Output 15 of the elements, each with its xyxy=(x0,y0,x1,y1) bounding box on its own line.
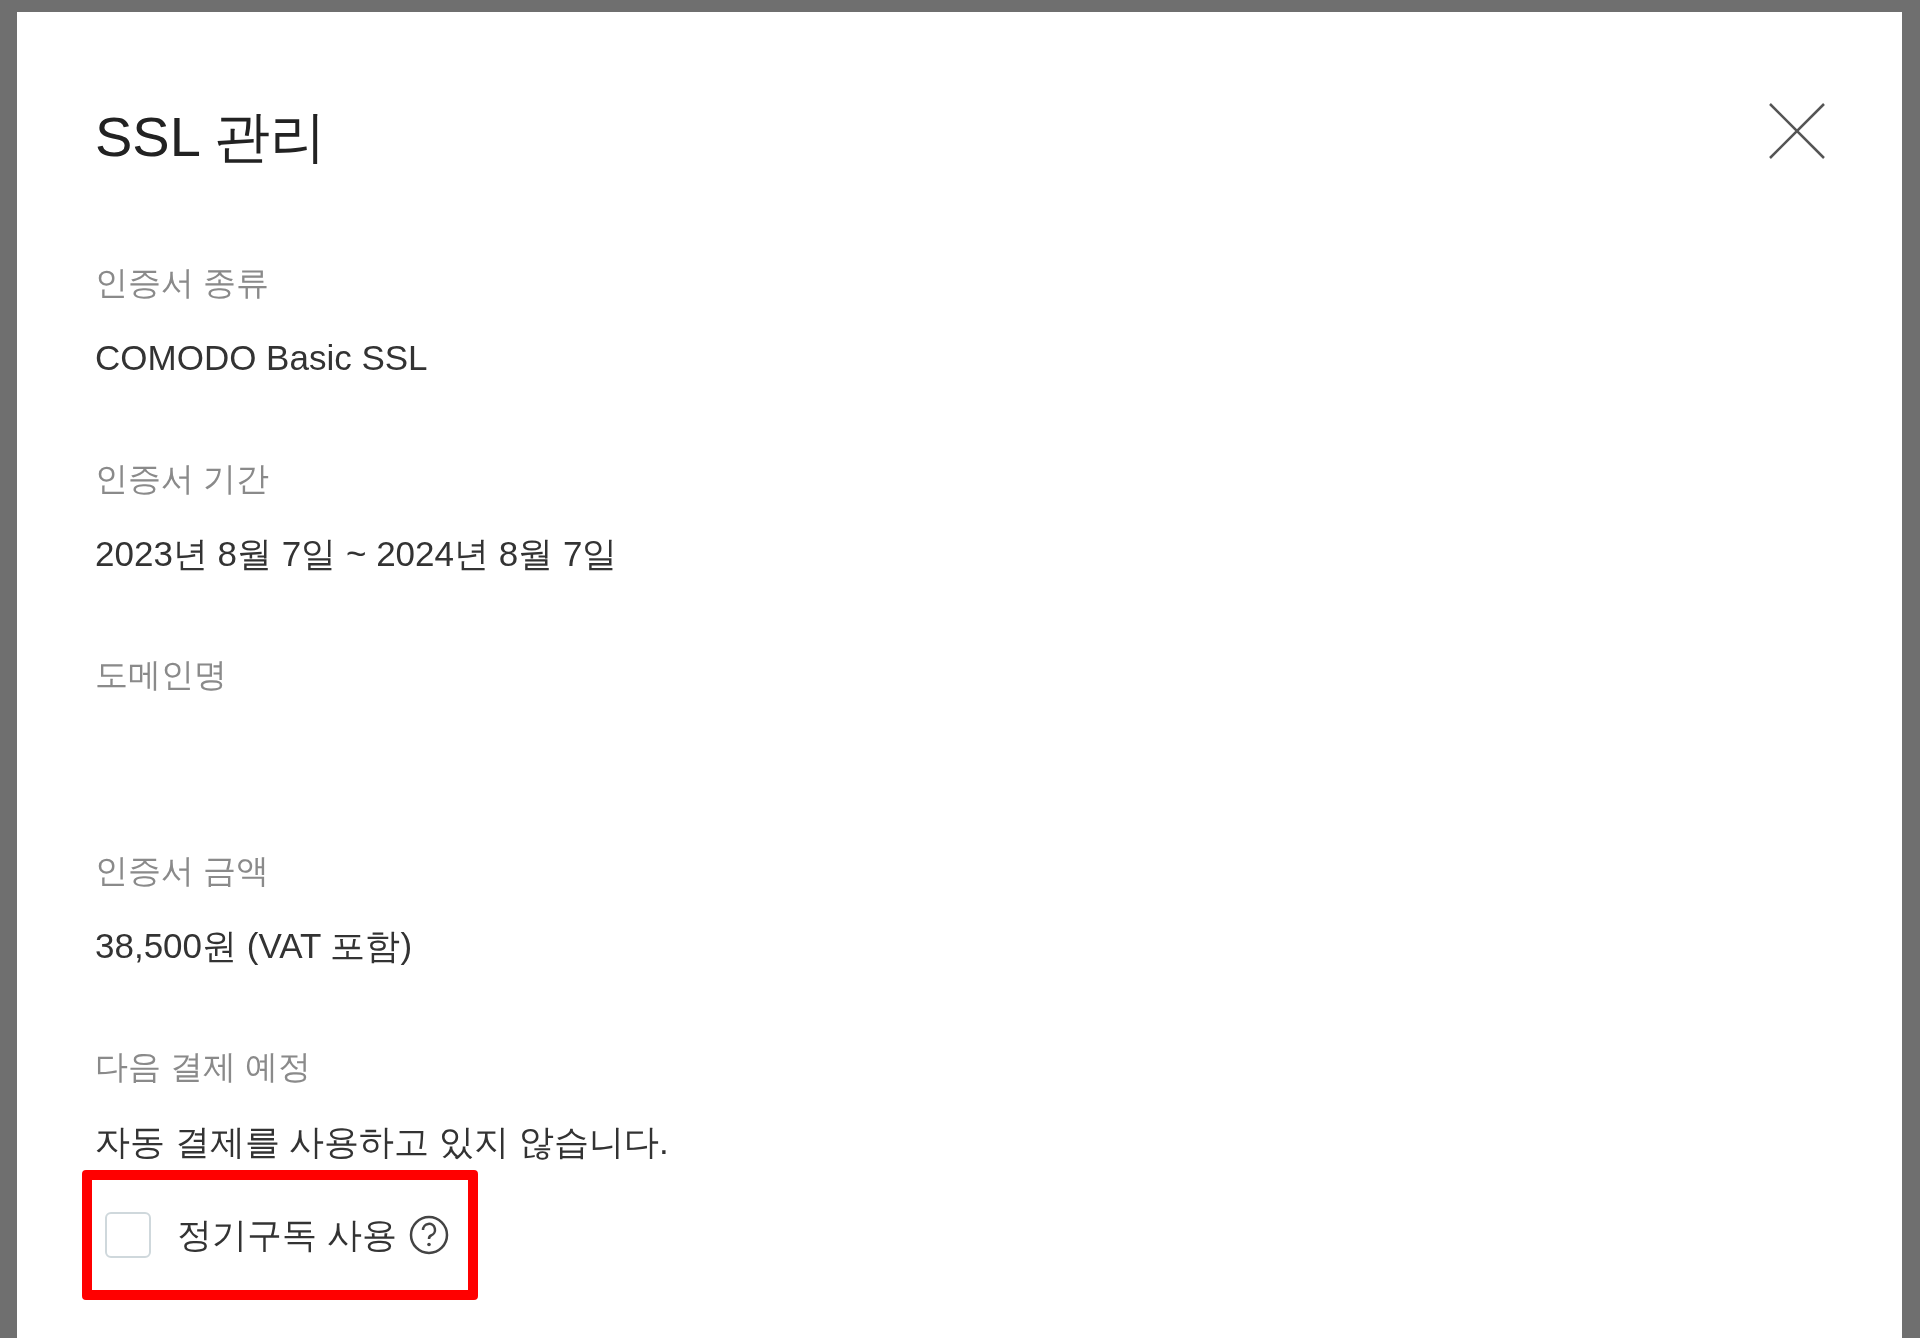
close-icon xyxy=(1768,102,1826,160)
field-value: 38,500원 (VAT 포함) xyxy=(95,925,413,967)
field-value: 2023년 8월 7일 ~ 2024년 8월 7일 xyxy=(95,533,618,575)
close-button[interactable] xyxy=(1768,102,1826,160)
field-label: 인증서 금액 xyxy=(95,851,270,891)
help-icon[interactable] xyxy=(408,1215,449,1255)
checkbox-label[interactable]: 정기구독 사용 xyxy=(177,1213,397,1257)
field-label: 인증서 종류 xyxy=(95,263,270,303)
field-value: COMODO Basic SSL xyxy=(95,337,428,379)
checkbox[interactable] xyxy=(105,1212,151,1258)
field-label: 인증서 기간 xyxy=(95,459,270,499)
field-label: 도메인명 xyxy=(95,655,227,695)
field-value: 자동 결제를 사용하고 있지 않습니다. xyxy=(95,1121,669,1163)
field-label: 다음 결제 예정 xyxy=(95,1047,312,1087)
dialog-title: SSL 관리 xyxy=(95,107,327,167)
